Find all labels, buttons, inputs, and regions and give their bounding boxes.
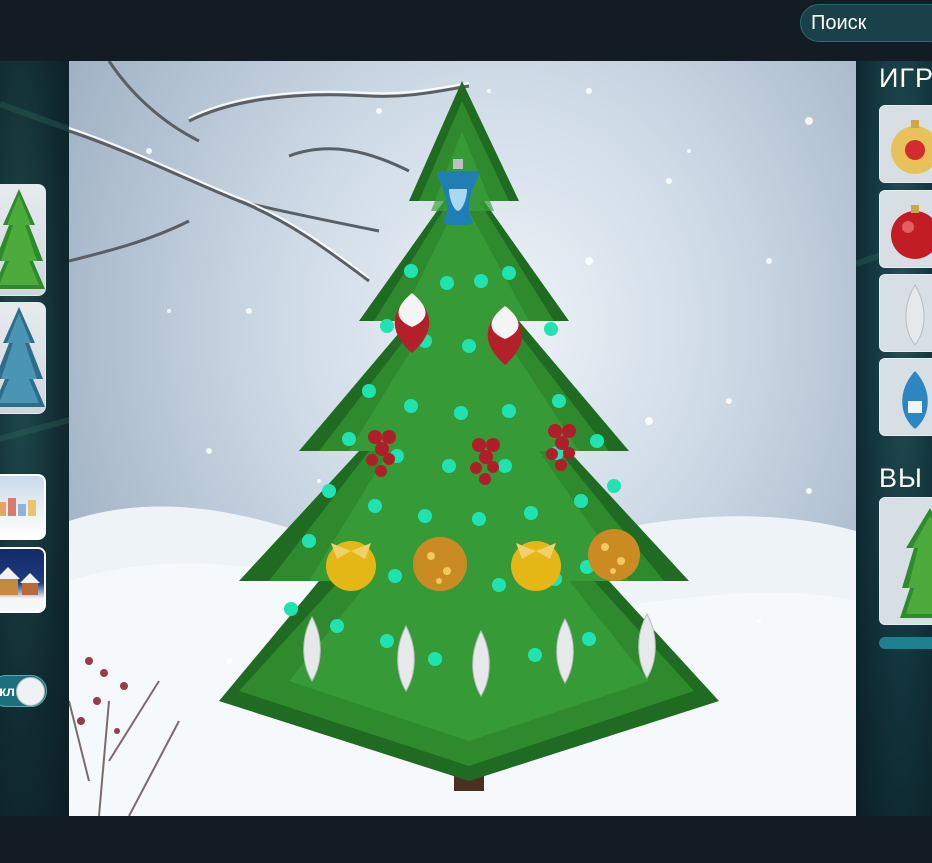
app-window: кл — [0, 0, 932, 863]
toy-card-gold-star-ball[interactable] — [879, 105, 932, 183]
left-settings-panel: кл — [0, 61, 69, 816]
tree-scene[interactable] — [69, 61, 856, 816]
garland-toggle[interactable]: кл — [0, 675, 47, 707]
gold-bow-ball-icon[interactable] — [511, 541, 561, 591]
green-tree-icon — [900, 508, 932, 618]
gold-sequin-ball-icon[interactable] — [588, 529, 640, 581]
green-tree-icon — [0, 189, 45, 289]
background-option-night[interactable] — [0, 547, 46, 613]
toggle-label: кл — [0, 683, 16, 699]
selected-heading: ВЫ Н — [879, 463, 932, 493]
blue-painted-ornament-icon — [902, 371, 928, 429]
tree-option-green[interactable] — [0, 184, 46, 296]
right-toys-panel: ИГРУ ВЫ Н — [856, 61, 932, 816]
toys-heading: ИГРУ — [879, 63, 932, 93]
red-ball-icon — [891, 205, 932, 259]
footer-bar — [0, 816, 932, 863]
gold-sequin-ball-icon[interactable] — [413, 537, 467, 591]
toggle-knob[interactable] — [16, 677, 45, 706]
bare-branches-decor — [69, 61, 470, 283]
scroll-progress-bar — [879, 637, 932, 649]
winter-background — [69, 61, 856, 816]
toy-card-red-ball[interactable] — [879, 190, 932, 268]
gold-star-ball-icon — [891, 120, 932, 174]
pine-branch-decor — [0, 410, 69, 447]
tree-option-blue[interactable] — [0, 302, 46, 414]
toy-card-blue-painted[interactable] — [879, 358, 932, 436]
silver-cone-ornament-icon — [905, 284, 925, 346]
pine-branch-decor — [0, 101, 69, 148]
gold-bow-ball-icon[interactable] — [326, 541, 376, 591]
header-bar — [0, 0, 932, 61]
selected-tree-card[interactable] — [879, 497, 932, 625]
night-village-icon — [0, 567, 40, 595]
blue-tree-icon — [0, 307, 45, 407]
town-icon — [0, 498, 36, 516]
background-option-town[interactable] — [0, 474, 46, 540]
search-input[interactable] — [800, 4, 932, 42]
toy-card-silver-cone[interactable] — [879, 274, 932, 352]
